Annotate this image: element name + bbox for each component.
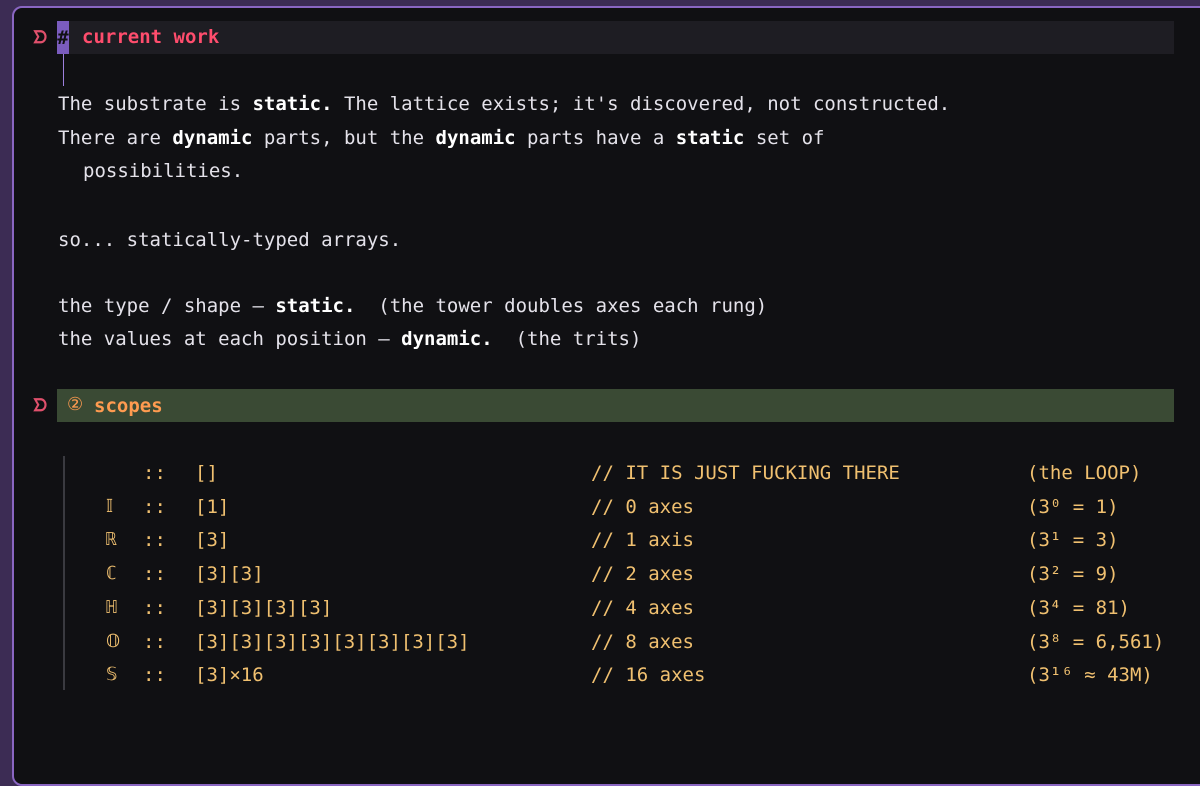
bold-text: dynamic.: [401, 328, 493, 350]
scope-separator: ::: [143, 529, 166, 551]
bold-text: dynamic: [435, 127, 516, 149]
scope-shape: [3][3][3][3][3][3][3][3]: [195, 631, 470, 653]
bold-text: static.: [252, 93, 333, 115]
scope-separator: ::: [143, 496, 166, 518]
scope-comment: // IT IS JUST FUCKING THERE: [591, 462, 900, 484]
scope-note: (3⁸ = 6,561): [1027, 631, 1165, 653]
text-run: parts have a: [515, 127, 676, 149]
text-run: (the trits): [492, 328, 642, 350]
scope-comment: // 8 axes: [591, 631, 694, 653]
scope-comment: // 0 axes: [591, 496, 694, 518]
scope-separator: ::: [143, 462, 166, 484]
paragraph-line[interactable]: The substrate is static. The lattice exi…: [58, 93, 950, 115]
scope-note: (3¹⁶ ≈ 43M): [1027, 664, 1153, 686]
text-run: the values at each position —: [58, 328, 402, 350]
code-block-indent-guide: [63, 456, 65, 690]
text-run: The lattice exists; it's discovered, not…: [332, 93, 951, 115]
scope-note: (3² = 9): [1027, 563, 1119, 585]
scope-glyph: ℝ: [106, 529, 117, 550]
heading-current-work-bar: [57, 21, 1174, 54]
scope-separator: ::: [143, 563, 166, 585]
scope-shape: [1]: [195, 496, 230, 518]
scope-glyph: ℂ: [106, 563, 117, 584]
scope-note: (3¹ = 3): [1027, 529, 1119, 551]
scope-comment: // 1 axis: [591, 529, 694, 551]
cursor-caret: [63, 54, 64, 86]
scope-note: (3⁰ = 1): [1027, 496, 1119, 518]
text-run: (the tower doubles axes each rung): [355, 295, 768, 317]
scope-glyph: ℍ: [106, 597, 117, 618]
paragraph-line[interactable]: There are dynamic parts, but the dynamic…: [58, 127, 824, 149]
scope-shape: [3]: [195, 529, 230, 551]
scope-shape: []: [195, 462, 218, 484]
scope-shape: [3][3]: [195, 563, 264, 585]
scope-note: (the LOOP): [1027, 462, 1142, 484]
text-run: the type / shape —: [58, 295, 276, 317]
paragraph-line-wrapped[interactable]: possibilities.: [83, 160, 243, 182]
markdown-editor[interactable]: ᗤ # current work The substrate is static…: [0, 0, 1200, 757]
text-run: set of: [744, 127, 825, 149]
text-run: parts, but the: [252, 127, 436, 149]
heading-hash: #: [57, 27, 69, 49]
values-line[interactable]: the values at each position — dynamic. (…: [58, 328, 641, 350]
scope-shape: [3][3][3][3]: [195, 597, 333, 619]
scope-comment: // 4 axes: [591, 597, 694, 619]
scope-note: (3⁴ = 81): [1027, 597, 1130, 619]
scope-separator: ::: [143, 664, 166, 686]
text-run: There are: [58, 127, 173, 149]
heading-level-2-icon: ②: [67, 394, 84, 415]
text-run: The substrate is: [58, 93, 253, 115]
so-line[interactable]: so... statically-typed arrays.: [58, 229, 401, 251]
heading-scopes[interactable]: scopes: [94, 395, 163, 417]
fold-toggle-icon[interactable]: ᗤ: [33, 28, 47, 48]
scope-shape: [3]×16: [195, 664, 264, 686]
fold-toggle-icon[interactable]: ᗤ: [33, 396, 47, 416]
type-shape-line[interactable]: the type / shape — static. (the tower do…: [58, 295, 767, 317]
scope-separator: ::: [143, 631, 166, 653]
scope-glyph: 𝕊: [106, 664, 118, 685]
bold-text: static.: [275, 295, 356, 317]
heading-scopes-bar: [57, 389, 1174, 422]
bold-text: dynamic: [172, 127, 253, 149]
heading-current-work[interactable]: current work: [82, 26, 219, 48]
scope-comment: // 16 axes: [591, 664, 706, 686]
bold-text: static: [675, 127, 745, 149]
scope-glyph: 𝕆: [106, 631, 121, 652]
scope-comment: // 2 axes: [591, 563, 694, 585]
scope-glyph: 𝕀: [106, 496, 114, 517]
scope-separator: ::: [143, 597, 166, 619]
